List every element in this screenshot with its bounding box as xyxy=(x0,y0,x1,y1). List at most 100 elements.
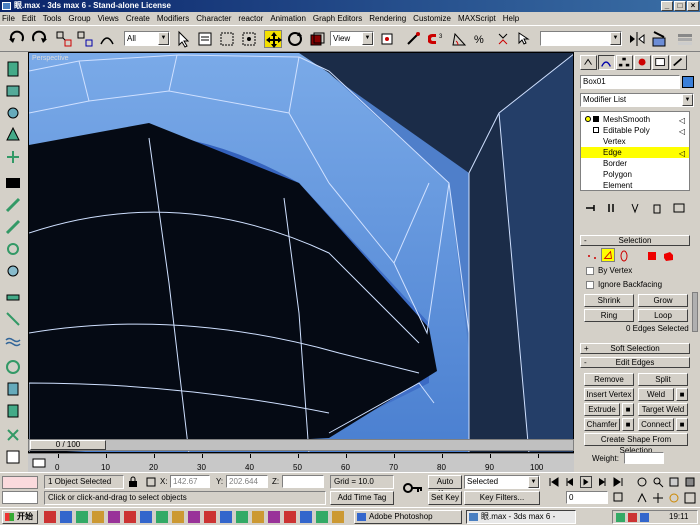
field-of-view-icon[interactable] xyxy=(636,492,648,504)
weight-spinner[interactable] xyxy=(624,452,664,464)
stack-item-polygon[interactable]: Polygon xyxy=(581,169,689,180)
stack-item-edge[interactable]: Edge ◁ xyxy=(581,147,689,158)
menu-tools[interactable]: Tools xyxy=(43,14,62,23)
arc-rotate-icon[interactable] xyxy=(668,492,680,504)
quicklaunch-icon[interactable] xyxy=(44,511,56,523)
perspective-viewport[interactable]: Perspective xyxy=(28,52,574,453)
named-selection-icon[interactable] xyxy=(516,30,534,48)
key-mode-icon[interactable] xyxy=(402,479,424,497)
key-filters-button[interactable]: Key Filters... xyxy=(464,491,540,505)
quicklaunch-icon[interactable] xyxy=(268,511,280,523)
named-selection-sets-dropdown[interactable]: ▼ xyxy=(540,31,622,46)
quicklaunch-icon[interactable] xyxy=(188,511,200,523)
quicklaunch-icon[interactable] xyxy=(284,511,296,523)
rectangular-selection-icon[interactable] xyxy=(218,30,236,48)
unlink-icon[interactable] xyxy=(76,30,94,48)
quicklaunch-icon[interactable] xyxy=(220,511,232,523)
next-frame-icon[interactable] xyxy=(596,476,608,488)
motor-icon[interactable] xyxy=(4,240,22,258)
taskbar-3dsmax[interactable]: 眼.max - 3ds max 6 - Sta... xyxy=(466,510,576,525)
extrude-button[interactable]: Extrude xyxy=(584,403,620,416)
split-button[interactable]: Split xyxy=(638,373,688,386)
quicklaunch-icon[interactable] xyxy=(316,511,328,523)
weld-settings-button[interactable]: ■ xyxy=(676,388,688,401)
menu-create[interactable]: Create xyxy=(126,14,150,23)
start-button[interactable]: 开始 xyxy=(2,510,38,524)
preview-icon[interactable] xyxy=(4,174,22,192)
spinner-snap-icon[interactable] xyxy=(494,30,512,48)
angle-snap-icon[interactable] xyxy=(450,30,468,48)
current-frame-field[interactable]: 0 xyxy=(566,491,608,504)
menu-file[interactable]: File xyxy=(2,14,15,23)
lock-selection-icon[interactable] xyxy=(128,476,138,488)
shrink-button[interactable]: Shrink xyxy=(584,294,634,307)
z-coordinate-field[interactable] xyxy=(282,475,324,488)
key-set-dropdown[interactable]: Selected ▼ xyxy=(464,475,540,489)
add-time-tag-button[interactable]: Add Time Tag xyxy=(330,491,394,505)
modifier-list-dropdown[interactable]: Modifier List ▼ xyxy=(580,93,694,107)
modify-tab-icon[interactable] xyxy=(598,55,615,70)
motion-tab-icon[interactable] xyxy=(634,55,651,70)
select-and-scale-icon[interactable] xyxy=(308,30,326,48)
layer-manager-icon[interactable] xyxy=(676,30,694,48)
display-tab-icon[interactable] xyxy=(652,55,669,70)
quicklaunch-icon[interactable] xyxy=(252,511,264,523)
snaps-toggle-icon[interactable]: 3 xyxy=(427,30,446,48)
soft-selection-rollout-header[interactable]: + Soft Selection xyxy=(580,343,690,354)
x-coordinate-field[interactable]: 142.67 xyxy=(170,475,210,488)
go-to-start-icon[interactable] xyxy=(548,476,560,488)
create-shape-from-selection-button[interactable]: Create Shape From Selection xyxy=(584,433,688,455)
open-mini-curve-editor-icon[interactable] xyxy=(32,457,46,469)
command-panel-scrollbar[interactable] xyxy=(692,292,698,332)
target-weld-button[interactable]: Target Weld xyxy=(638,403,688,416)
reactor-collection-icon[interactable] xyxy=(4,60,22,78)
edge-mode-icon[interactable] xyxy=(601,248,615,262)
percent-snap-icon[interactable]: % xyxy=(472,30,490,48)
by-vertex-checkbox[interactable] xyxy=(586,267,594,275)
loop-button[interactable]: Loop xyxy=(638,309,688,322)
stack-item-editable-poly[interactable]: Editable Poly ◁ xyxy=(581,125,689,136)
plane-icon[interactable] xyxy=(4,218,22,236)
select-object-icon[interactable] xyxy=(174,30,192,48)
make-unique-icon[interactable] xyxy=(628,202,642,214)
object-name-field[interactable]: Box01 xyxy=(580,75,680,89)
object-properties-icon[interactable] xyxy=(4,448,22,466)
fracture-icon[interactable] xyxy=(4,310,22,328)
grow-button[interactable]: Grow xyxy=(638,294,688,307)
toy-car-icon[interactable] xyxy=(4,288,22,306)
quicklaunch-icon[interactable] xyxy=(236,511,248,523)
weld-button[interactable]: Weld xyxy=(638,388,674,401)
connect-settings-button[interactable]: ■ xyxy=(676,418,688,431)
set-key-button[interactable]: Set Key xyxy=(428,491,462,505)
remove-button[interactable]: Remove xyxy=(584,373,634,386)
menu-rendering[interactable]: Rendering xyxy=(369,14,406,23)
taskbar-photoshop[interactable]: Adobe Photoshop xyxy=(354,510,462,524)
wind-icon[interactable] xyxy=(4,262,22,280)
object-color-swatch[interactable] xyxy=(682,76,694,88)
y-coordinate-field[interactable]: 202.644 xyxy=(226,475,268,488)
tray-icon[interactable] xyxy=(628,513,637,522)
minimize-button[interactable]: _ xyxy=(661,1,673,11)
connect-button[interactable]: Connect xyxy=(638,418,674,431)
quicklaunch-icon[interactable] xyxy=(76,511,88,523)
convex-hull-icon[interactable] xyxy=(4,402,22,420)
select-and-move-icon[interactable] xyxy=(264,30,282,48)
absolute-mode-icon[interactable] xyxy=(146,476,156,488)
track-bar[interactable]: 0 10 20 30 40 50 60 70 80 90 100 xyxy=(28,453,574,473)
menu-graph-editors[interactable]: Graph Editors xyxy=(313,14,362,23)
select-and-rotate-icon[interactable] xyxy=(286,30,304,48)
utilities-tab-icon[interactable] xyxy=(670,55,687,70)
menu-edit[interactable]: Edit xyxy=(22,14,36,23)
pan-view-icon[interactable] xyxy=(652,492,664,504)
maxscript-listener-mini[interactable] xyxy=(2,476,38,489)
chamfer-button[interactable]: Chamfer xyxy=(584,418,620,431)
extrude-settings-button[interactable]: ■ xyxy=(622,403,634,416)
show-end-result-icon[interactable] xyxy=(606,202,620,214)
bind-space-warp-icon[interactable] xyxy=(98,30,116,48)
menu-character[interactable]: Character xyxy=(196,14,231,23)
pivot-center-icon[interactable] xyxy=(378,30,396,48)
time-slider-thumb[interactable]: 0 / 100 xyxy=(30,440,106,450)
stack-item-border[interactable]: Border xyxy=(581,158,689,169)
stack-item-element[interactable]: Element xyxy=(581,180,689,191)
edit-edges-rollout-header[interactable]: - Edit Edges xyxy=(580,357,690,368)
